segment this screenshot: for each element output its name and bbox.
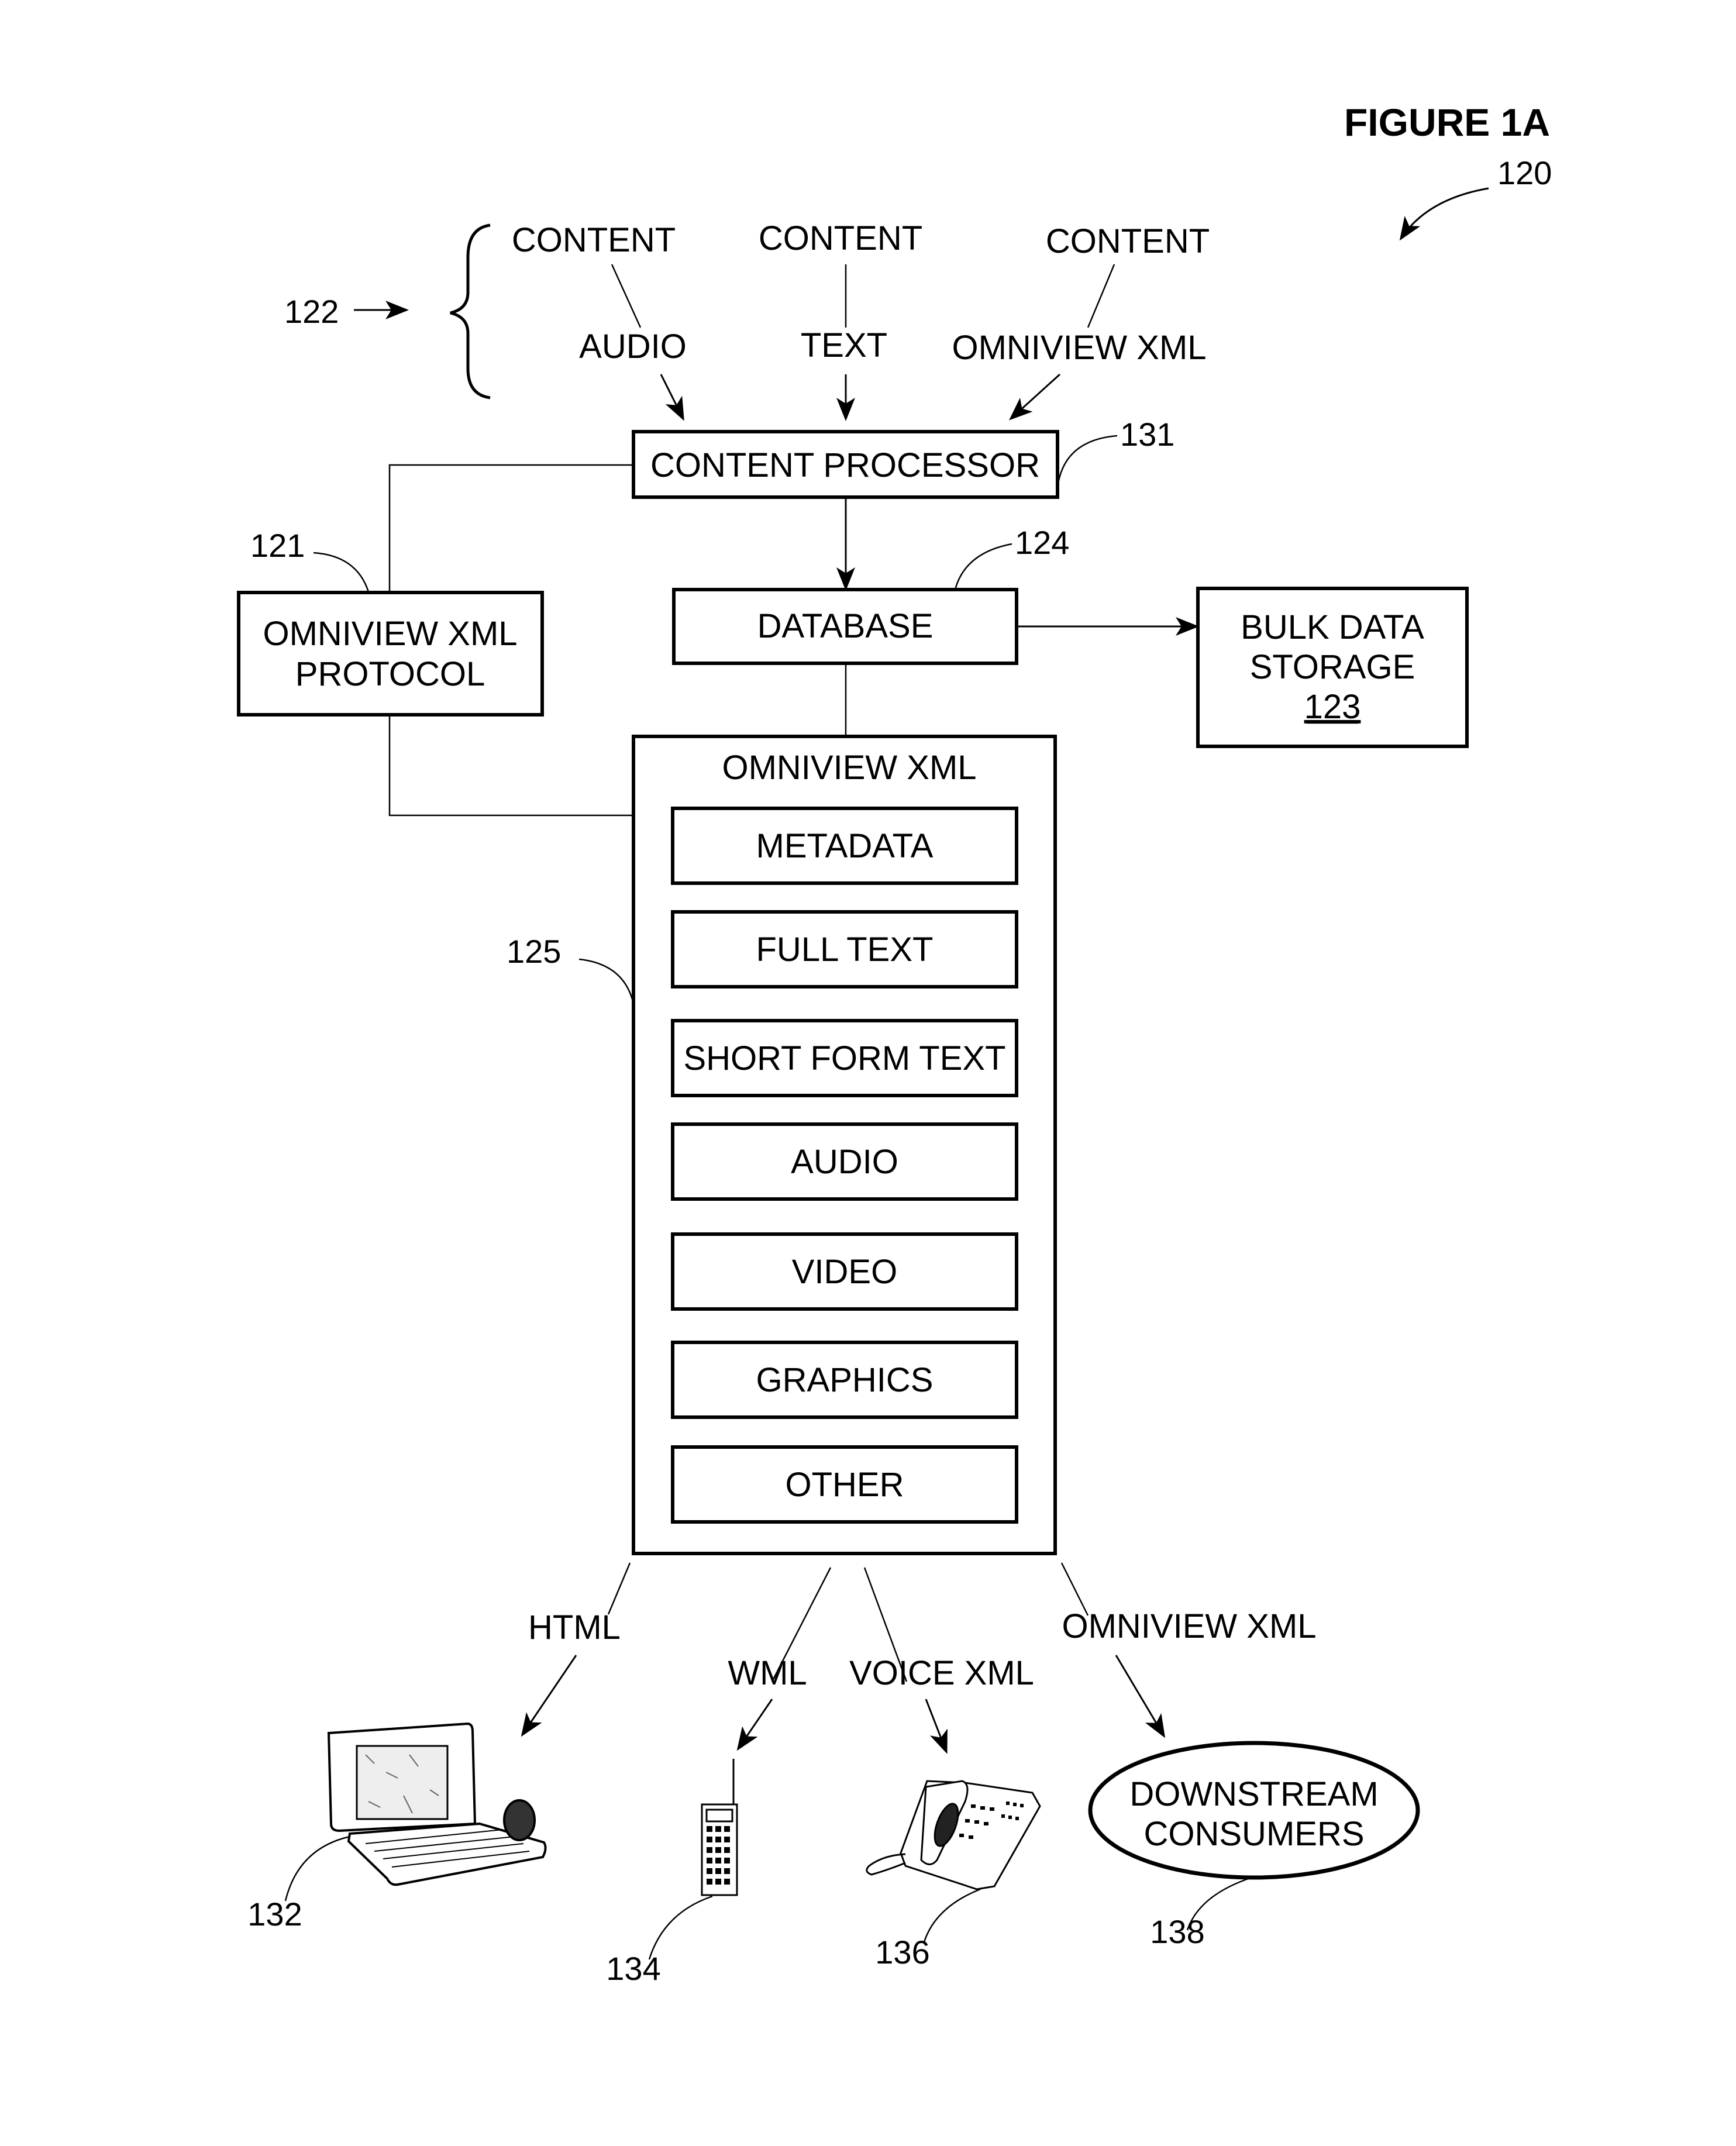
source-3-arrow <box>1009 373 1061 421</box>
omniview-items: METADATA FULL TEXT SHORT FORM TEXT AUDIO VID… <box>671 807 1018 1524</box>
source-2-top: CONTENT <box>759 219 922 257</box>
source-1-link <box>611 264 642 328</box>
database-box: DATABASE <box>672 588 1018 665</box>
figure-ref-arrow <box>1399 187 1489 241</box>
html-arrow <box>521 1655 577 1737</box>
downstream-line1: DOWNSTREAM <box>1129 1775 1378 1813</box>
omniview-item-box: GRAPHICS <box>671 1341 1018 1419</box>
omniview-item-box: METADATA <box>671 807 1018 885</box>
laptop-ref: 132 <box>247 1896 302 1933</box>
omniview-out-arrow <box>1115 1655 1166 1738</box>
telephone-ref-leader <box>923 1888 981 1942</box>
source-2-bottom: TEXT <box>801 326 887 364</box>
telephone-icon <box>866 1780 1041 1890</box>
diagram-canvas: FIGURE 1A 120 122 CONTENT AUDIO CONTENT … <box>237 101 1552 1987</box>
omniview-item-label: AUDIO <box>791 1143 898 1181</box>
source-3-link <box>1087 264 1115 328</box>
omniview-item-label: GRAPHICS <box>756 1361 934 1399</box>
omniview-item-label: SHORT FORM TEXT <box>683 1039 1005 1077</box>
wml-arrow <box>736 1699 773 1751</box>
content-processor-label: CONTENT PROCESSOR <box>650 446 1040 484</box>
mobile-ref: 134 <box>606 1950 660 1987</box>
database-ref-leader <box>954 543 1012 590</box>
figure-ref: 120 <box>1497 154 1552 191</box>
source-3-bottom: OMNIVIEW XML <box>952 329 1206 367</box>
cp-to-protocol-line <box>388 464 633 593</box>
html-link <box>607 1562 631 1615</box>
omniview-item-box: FULL TEXT <box>671 910 1018 988</box>
omniview-item-label: VIDEO <box>792 1253 898 1291</box>
content-processor-box: CONTENT PROCESSOR <box>632 430 1059 499</box>
downstream-consumers-ellipse: DOWNSTREAM CONSUMERS <box>1088 1741 1420 1880</box>
database-ref: 124 <box>1015 524 1069 561</box>
output-wml-label: WML <box>728 1654 807 1692</box>
output-voicexml-label: VOICE XML <box>849 1654 1034 1692</box>
omniview-ref: 125 <box>507 933 561 970</box>
protocol-to-omniview-line <box>388 715 633 817</box>
database-label: DATABASE <box>757 607 934 645</box>
source-1-arrow <box>660 374 684 421</box>
protocol-line1: OMNIVIEW XML <box>263 615 517 653</box>
omniview-item-box: VIDEO <box>671 1232 1018 1311</box>
omniview-item-label: FULL TEXT <box>756 931 934 969</box>
protocol-ref: 121 <box>250 527 305 564</box>
content-processor-ref: 131 <box>1120 416 1174 453</box>
omniview-item-box: SHORT FORM TEXT <box>671 1019 1018 1097</box>
downstream-ref: 138 <box>1150 1913 1204 1950</box>
sources-brace <box>450 223 491 399</box>
bulk-storage-box: BULK DATA STORAGE 123 <box>1196 587 1469 748</box>
telephone-ref: 136 <box>875 1934 929 1971</box>
bulk-storage-line2: STORAGE <box>1250 648 1415 686</box>
omniview-ref-leader <box>578 958 634 1002</box>
bulk-storage-line1: BULK DATA <box>1241 608 1424 646</box>
downstream-line2: CONSUMERS <box>1143 1815 1364 1853</box>
source-1-top: CONTENT <box>512 221 676 259</box>
protocol-box: OMNIVIEW XML PROTOCOL <box>237 591 544 717</box>
sources-ref: 122 <box>284 293 339 330</box>
protocol-line2: PROTOCOL <box>295 655 485 693</box>
omniview-item-box: OTHER <box>671 1445 1018 1524</box>
voicexml-arrow <box>925 1699 948 1754</box>
omniview-item-box: AUDIO <box>671 1122 1018 1201</box>
output-html-label: HTML <box>528 1608 621 1646</box>
source-3-top: CONTENT <box>1046 222 1210 260</box>
omniview-item-label: OTHER <box>786 1466 904 1504</box>
source-1-bottom: AUDIO <box>579 328 687 366</box>
laptop-icon <box>327 1722 547 1886</box>
omniview-item-label: METADATA <box>756 827 934 865</box>
content-processor-ref-leader <box>1058 435 1118 481</box>
protocol-ref-leader <box>313 552 370 593</box>
mobile-phone-icon <box>701 1759 738 1896</box>
bulk-storage-ref: 123 <box>1304 688 1361 726</box>
figure-title: FIGURE 1A <box>1344 101 1550 144</box>
output-omniview-label: OMNIVIEW XML <box>1062 1607 1316 1645</box>
omniview-title: OMNIVIEW XML <box>722 749 976 787</box>
laptop-ref-leader <box>284 1835 350 1902</box>
